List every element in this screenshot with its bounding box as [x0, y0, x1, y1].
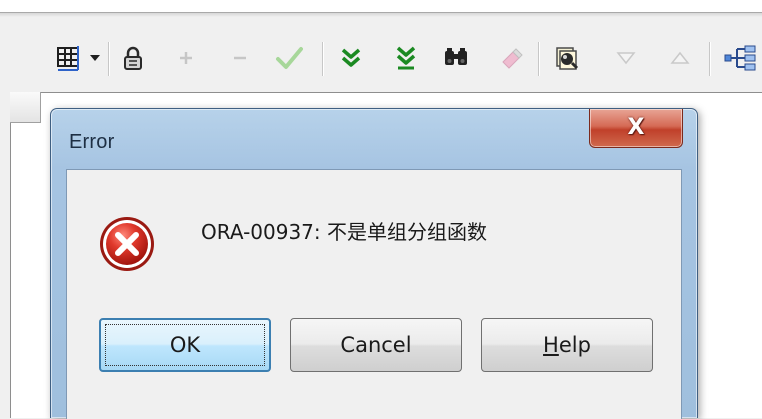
remove-record-icon[interactable]	[227, 32, 253, 84]
help-label-rest: elp	[558, 333, 591, 357]
clear-eraser-icon[interactable]	[496, 32, 526, 84]
top-strip	[0, 0, 762, 13]
toolbar-separator	[322, 42, 324, 76]
toolbar-separator	[108, 42, 110, 76]
cancel-button[interactable]: Cancel	[290, 318, 462, 372]
toolbar-separator	[538, 42, 540, 76]
cancel-button-label: Cancel	[340, 333, 412, 357]
close-icon: X	[627, 115, 645, 140]
dialog-body: ORA-00937: 不是单组分组函数 OK Cancel Help	[66, 169, 682, 419]
ok-button[interactable]: OK	[99, 318, 271, 372]
ok-button-label: OK	[169, 333, 201, 357]
sort-ascending-icon[interactable]	[668, 32, 692, 84]
error-message: ORA-00937: 不是单组分组函数	[201, 220, 488, 244]
query-icon[interactable]	[551, 32, 583, 84]
toolbar-separator	[709, 42, 711, 76]
help-button[interactable]: Help	[481, 318, 653, 372]
error-dialog: Error X ORA-00937: 不是单组分组函数 OK Cancel He…	[50, 108, 698, 419]
lock-icon[interactable]	[118, 32, 148, 84]
help-button-label: Help	[543, 333, 591, 357]
top-strip-shadow	[0, 13, 762, 17]
find-binoculars-icon[interactable]	[441, 32, 471, 84]
close-button[interactable]: X	[589, 109, 683, 148]
grid-corner-cell[interactable]	[10, 92, 41, 123]
dialog-title: Error	[69, 131, 115, 153]
error-icon	[97, 214, 157, 274]
sort-descending-icon[interactable]	[614, 32, 638, 84]
post-checkmark-icon[interactable]	[272, 32, 306, 84]
help-accelerator: H	[543, 333, 559, 357]
fetch-next-icon[interactable]	[338, 32, 364, 84]
fetch-last-icon[interactable]	[393, 32, 419, 84]
explain-plan-icon[interactable]	[720, 32, 760, 84]
add-record-icon[interactable]	[173, 32, 199, 84]
dropdown-arrow-icon[interactable]	[88, 32, 102, 84]
table-grid-icon[interactable]	[50, 32, 90, 84]
toolbar	[0, 32, 762, 84]
